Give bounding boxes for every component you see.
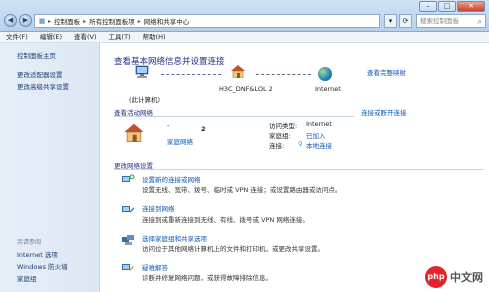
menu-edit[interactable]: 编辑(E)	[40, 32, 62, 42]
sidebar-item-homegroup[interactable]: 家庭组	[17, 273, 37, 283]
network-label: H3C_DNF&LOL 2	[219, 85, 273, 93]
internet-globe-icon	[318, 67, 332, 81]
sidebar-item-internet-options[interactable]: Internet 选项	[17, 249, 58, 259]
dropdown-arrow-icon[interactable]: ▾	[384, 14, 397, 28]
computer-icon	[135, 65, 149, 78]
back-button[interactable]: ◀	[4, 14, 17, 27]
sidebar-item-advanced-sharing[interactable]: 更改高级共享设置	[17, 81, 69, 91]
homegroup-sharing-icon	[122, 235, 134, 245]
internet-label: Internet	[315, 85, 341, 93]
access-type-label: 访问类型:	[269, 122, 298, 130]
refresh-icon[interactable]: ⟳	[399, 14, 412, 28]
watermark-text: 中文网	[450, 271, 483, 284]
home-network-large-icon	[124, 123, 144, 142]
new-connection-icon	[122, 174, 135, 182]
local-connection-link[interactable]: 本地连接	[306, 140, 332, 150]
address-bar[interactable]: ▦ ▸ 控制面板 ▸ 所有控制面板项 ▸ 网络和共享中心	[34, 14, 380, 28]
php-logo: php	[425, 266, 447, 288]
sidebar-item-control-panel-home[interactable]: 控制面板主页	[17, 50, 56, 60]
divider	[114, 116, 354, 117]
maximize-button[interactable]: □	[438, 1, 456, 12]
view-full-map-link[interactable]: 查看完整映射	[367, 67, 406, 77]
setup-new-connection-link[interactable]: 设置新的连接或网络	[142, 174, 201, 184]
connection-line	[256, 74, 311, 75]
menu-tools[interactable]: 工具(T)	[109, 32, 131, 42]
search-input[interactable]: 搜索控制面板 ⌕	[416, 14, 486, 28]
connections-label: 连接:	[269, 142, 285, 150]
access-type-value: Internet	[306, 120, 332, 128]
breadcrumb-item[interactable]: 所有控制面板项	[89, 16, 135, 26]
sidebar-item-windows-firewall[interactable]: Windows 防火墙	[17, 261, 68, 271]
sidebar: 控制面板主页 更改适配器设置 更改高级共享设置 另请参阅 Internet 选项…	[0, 43, 100, 292]
troubleshoot-desc: 诊断并修复网络问题，或获得故障排除信息。	[142, 274, 272, 282]
control-panel-icon: ▦	[39, 17, 46, 25]
breadcrumb-item[interactable]: 控制面板	[54, 16, 80, 26]
connect-to-network-link[interactable]: 连接到网络	[142, 203, 175, 213]
menu-view[interactable]: 查看(V)	[74, 32, 97, 42]
network-type-link[interactable]: 家庭网络	[167, 136, 193, 146]
troubleshoot-icon	[122, 264, 134, 271]
network-number: 2	[201, 125, 206, 133]
main-panel: 查看基本网络信息并设置连接 查看完整映射 (此计算机) H3C_DNF&LOL …	[101, 43, 489, 292]
search-icon[interactable]: ⌕	[478, 16, 482, 28]
sidebar-item-adapter-settings[interactable]: 更改适配器设置	[17, 69, 63, 79]
menu-file[interactable]: 文件(F)	[6, 32, 28, 42]
minimize-button[interactable]: –	[419, 1, 437, 12]
homegroup-sharing-desc: 访问位于其他网络计算机上的文件和打印机，或更改共享设置。	[142, 245, 324, 253]
breadcrumb-item[interactable]: 网络和共享中心	[144, 16, 190, 26]
network-adapter-icon: ⚲	[298, 140, 303, 148]
connect-disconnect-link[interactable]: 连接或断开连接	[361, 107, 407, 117]
connect-to-network-desc: 连接到或重新连接到无线、有线、拨号或 VPN 网络连接。	[142, 216, 309, 224]
homegroup-sharing-link[interactable]: 选择家庭组和共享选项	[142, 233, 207, 243]
divider	[114, 169, 484, 170]
homegroup-link[interactable]: 已加入	[306, 130, 326, 140]
close-button[interactable]: ✕	[457, 1, 485, 12]
connection-line	[161, 74, 221, 75]
page-title: 查看基本网络信息并设置连接	[114, 57, 225, 67]
connect-network-icon	[122, 206, 135, 213]
menu-bar: 文件(F) 编辑(E) 查看(V) 工具(T) 帮助(H)	[0, 32, 489, 43]
home-network-icon	[231, 65, 245, 78]
computer-label: (此计算机)	[129, 96, 161, 104]
forward-button[interactable]: ▶	[19, 14, 32, 27]
see-also-heading: 另请参阅	[17, 239, 42, 246]
network-name-dash: -	[167, 121, 170, 129]
title-bar: – □ ✕ ◀ ▶ ▦ ▸ 控制面板 ▸ 所有控制面板项 ▸ 网络和共享中心 ▾…	[0, 0, 489, 32]
troubleshoot-link[interactable]: 疑难解答	[142, 262, 168, 272]
setup-new-connection-desc: 设置无线、宽带、拨号、临时或 VPN 连接；或设置路由器或访问点。	[142, 186, 342, 194]
homegroup-label: 家庭组:	[269, 132, 291, 140]
menu-help[interactable]: 帮助(H)	[143, 32, 166, 42]
window-controls: – □ ✕	[419, 1, 485, 12]
watermark: php 中文网	[425, 266, 483, 288]
